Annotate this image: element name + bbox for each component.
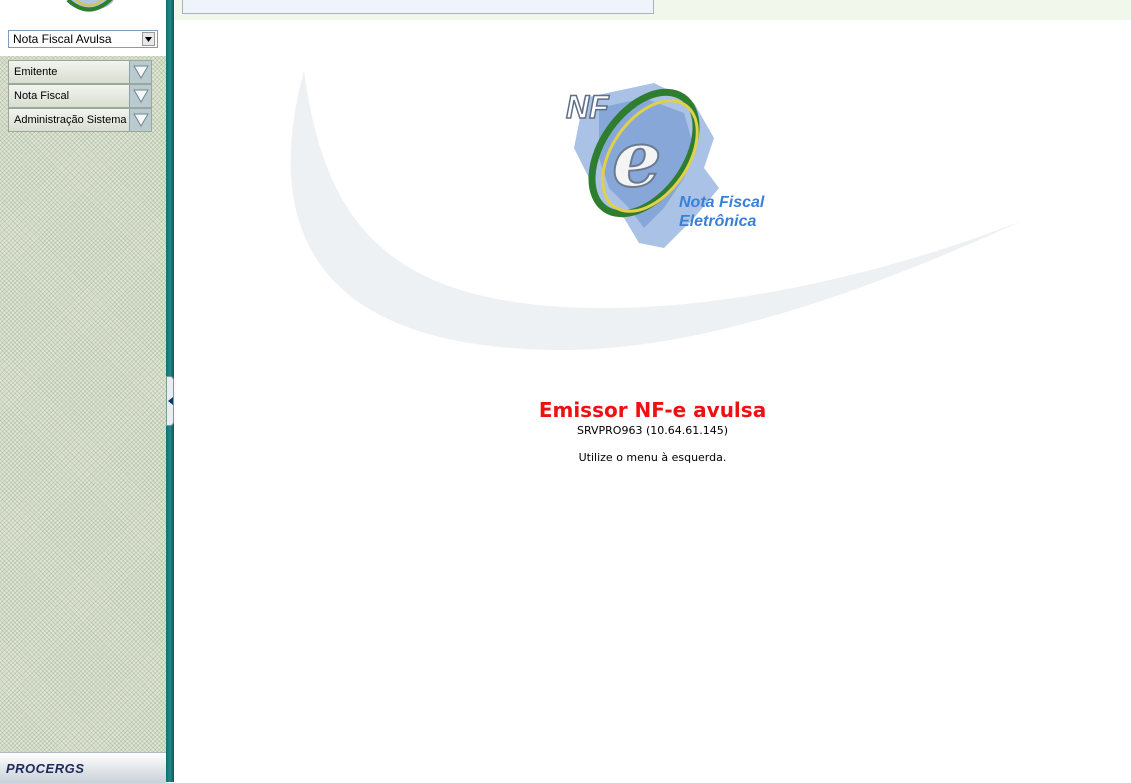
menu-item-administracao-sistema[interactable]: Administração Sistema: [8, 108, 152, 132]
module-select[interactable]: Nota Fiscal Avulsa: [8, 30, 158, 48]
main-content: e NF Nota Fiscal Eletrônica Emissor NF-e…: [174, 20, 1131, 782]
logo-caption-line1: Nota Fiscal: [679, 194, 765, 211]
instruction-text: Utilize o menu à esquerda.: [578, 451, 727, 464]
sidebar-header: Nota Fiscal Avulsa: [0, 0, 166, 56]
menu-item-label: Emitente: [14, 66, 58, 78]
sidebar-footer: PROCERGS: [0, 752, 166, 783]
module-select-value: Nota Fiscal Avulsa: [13, 32, 112, 46]
nfe-logo-icon: e NF: [565, 83, 719, 248]
top-bar-panel: [182, 0, 654, 14]
expand-triangle-icon[interactable]: [129, 109, 151, 131]
procergs-logo: PROCERGS: [6, 761, 85, 776]
sidebar: Nota Fiscal Avulsa Emitente Nota Fiscal …: [0, 0, 166, 783]
dropdown-arrow-icon[interactable]: [142, 32, 155, 46]
svg-text:NF: NF: [566, 89, 610, 125]
menu-item-nota-fiscal[interactable]: Nota Fiscal: [8, 84, 152, 108]
server-info: SRVPRO963 (10.64.61.145): [576, 424, 729, 437]
expand-triangle-icon[interactable]: [129, 61, 151, 83]
collapse-sidebar-button[interactable]: [166, 376, 174, 426]
logo-caption-line2: Eletrônica: [679, 213, 757, 230]
top-bar: [174, 0, 1131, 20]
collapse-arrow-icon: [168, 397, 173, 405]
svg-text:e: e: [612, 114, 662, 205]
menu-item-emitente[interactable]: Emitente: [8, 60, 152, 84]
expand-triangle-icon[interactable]: [129, 85, 151, 107]
menu-item-label: Nota Fiscal: [14, 90, 70, 102]
menu-item-label: Administração Sistema: [14, 114, 127, 126]
nfe-logo-small-icon: [66, 0, 114, 12]
page-title: Emissor NF-e avulsa: [538, 398, 767, 422]
